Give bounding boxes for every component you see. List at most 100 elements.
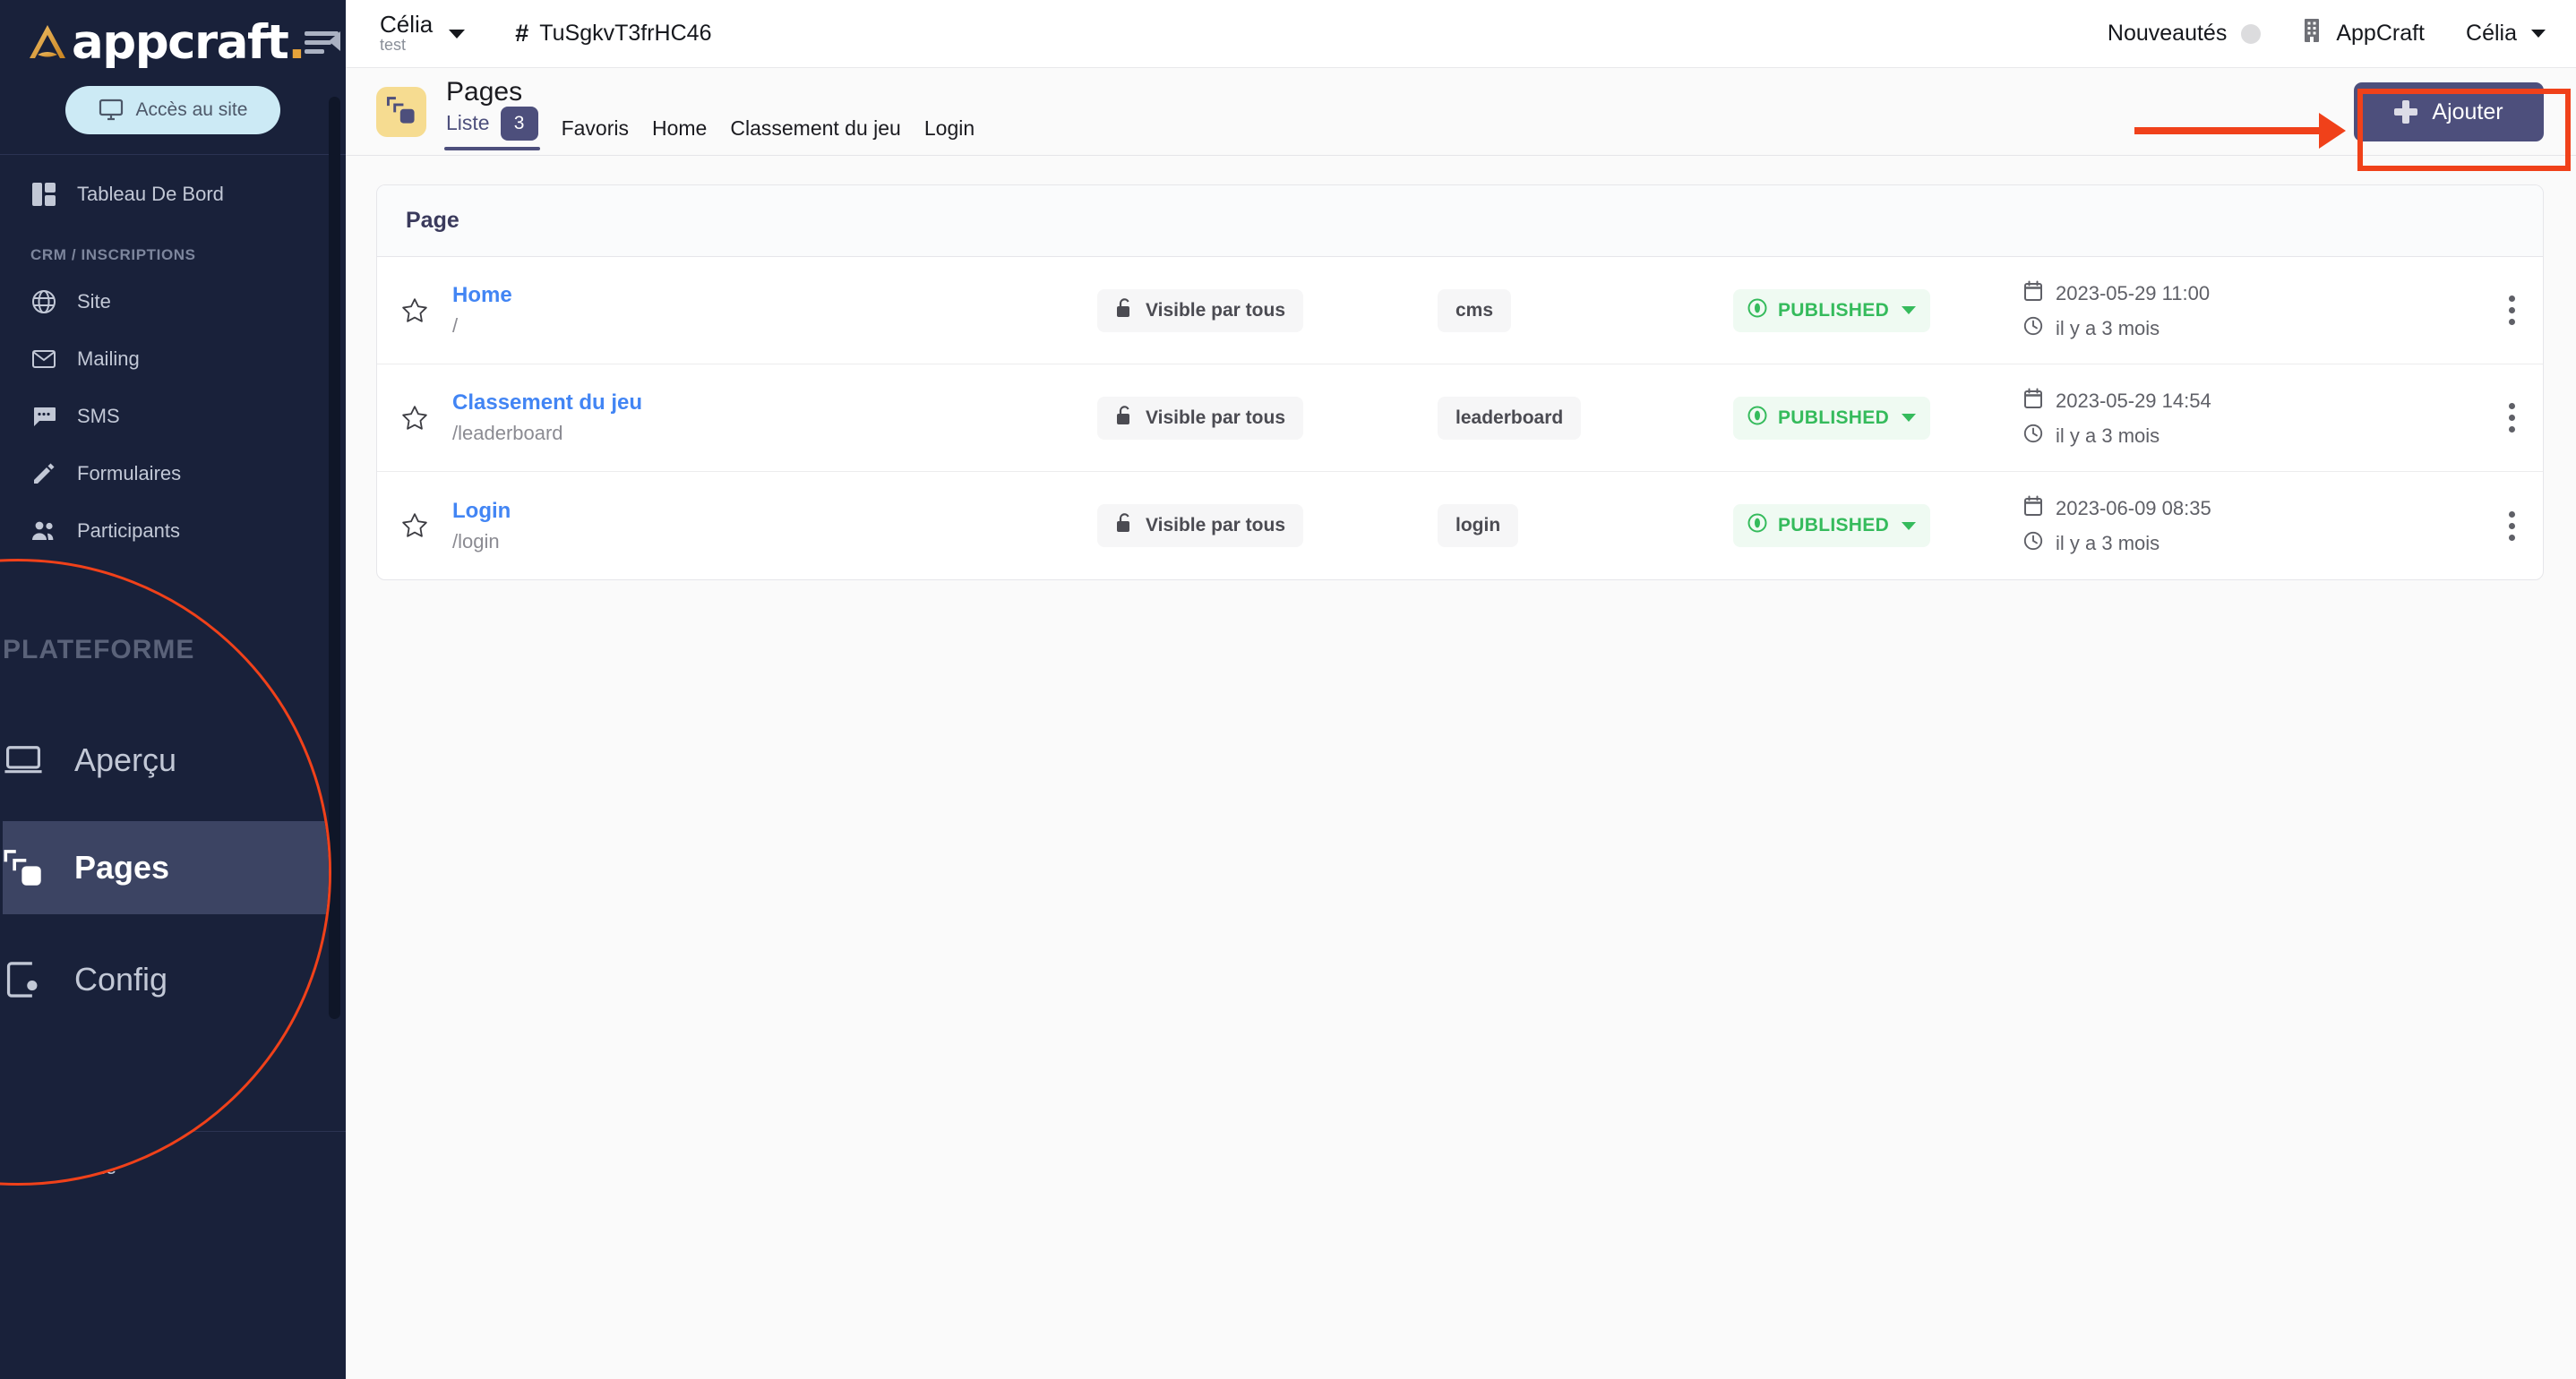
tag-badge: leaderboard: [1438, 397, 1581, 440]
page-name-link[interactable]: Classement du jeu: [452, 390, 642, 415]
sidebar-collapse-button[interactable]: [305, 31, 339, 54]
status-label: PUBLISHED: [1778, 407, 1889, 429]
calendar-icon: [2023, 495, 2043, 522]
status-label: PUBLISHED: [1778, 515, 1889, 536]
tab-classement-du-jeu[interactable]: Classement du jeu: [730, 116, 901, 147]
hash-icon: #: [515, 20, 528, 47]
user-menu[interactable]: Célia: [2466, 21, 2546, 47]
pencil-icon: [30, 460, 57, 487]
globe-icon: [30, 288, 57, 315]
add-button-label: Ajouter: [2432, 99, 2503, 125]
tab-label: Favoris: [562, 116, 629, 140]
lens-item-label: Pages: [74, 849, 169, 886]
sidebar-item-label: Participants: [77, 519, 180, 543]
status-badge[interactable]: PUBLISHED: [1733, 504, 1930, 547]
sidebar-item-sms[interactable]: SMS: [0, 388, 346, 445]
status-badge[interactable]: PUBLISHED: [1733, 397, 1930, 440]
page-name-link[interactable]: Login: [452, 499, 511, 524]
chat-icon: [30, 403, 57, 430]
date-cell: 2023-05-29 14:54 il y a 3 mois: [2002, 388, 2480, 449]
page-icon-tile: [376, 87, 426, 137]
project-id[interactable]: # TuSgkvT3frHC46: [515, 20, 711, 47]
clock-icon: [2023, 316, 2043, 341]
favorite-star-icon[interactable]: [377, 405, 452, 432]
row-menu-button[interactable]: [2480, 296, 2543, 325]
lens-item-label: Config: [74, 961, 167, 998]
visibility-cell: Visible par tous: [1097, 397, 1438, 440]
sidebar-item-label: Tableau De Bord: [77, 183, 224, 206]
annotation-arrow: [2134, 127, 2321, 134]
row-menu-button[interactable]: [2480, 403, 2543, 433]
visibility-label: Visible par tous: [1146, 300, 1285, 321]
unlock-icon: [1115, 297, 1133, 324]
sidebar-item-site[interactable]: Site: [0, 273, 346, 330]
table-row[interactable]: Classement du jeu /leaderboard Visibl: [377, 364, 2543, 472]
project-id-value: TuSgkvT3frHC46: [539, 21, 711, 47]
table-row[interactable]: Login /login Visible par tous: [377, 472, 2543, 579]
lens-item-config[interactable]: Config: [3, 933, 331, 1026]
clock-icon: [2023, 424, 2043, 449]
date-value: 2023-05-29 11:00: [2056, 282, 2210, 305]
eye-icon: [1747, 513, 1767, 538]
tab-liste[interactable]: Liste 3: [446, 107, 538, 147]
lens-content: PLATEFORME Aperçu Pages: [0, 561, 331, 1186]
page-title: Pages: [446, 77, 975, 108]
favorite-star-icon[interactable]: [377, 512, 452, 539]
site-access-label: Accès au site: [136, 99, 248, 121]
eye-icon: [1747, 406, 1767, 431]
tab-favoris[interactable]: Favoris: [562, 116, 629, 147]
table-row[interactable]: Home / Visible par tous: [377, 257, 2543, 364]
tag-cell: cms: [1438, 289, 1733, 332]
tab-login[interactable]: Login: [924, 116, 975, 147]
sidebar-item-label: Site: [77, 290, 111, 313]
visibility-badge: Visible par tous: [1097, 289, 1303, 332]
monitor-icon: [99, 98, 124, 122]
organization-selector[interactable]: AppCraft: [2302, 18, 2425, 49]
calendar-icon: [2023, 280, 2043, 307]
lens-item-apercu[interactable]: Aperçu: [3, 714, 331, 807]
site-access-button[interactable]: Accès au site: [65, 86, 280, 134]
relative-date-value: il y a 3 mois: [2056, 532, 2160, 555]
sidebar-item-label: Formulaires: [77, 462, 181, 485]
favorite-star-icon[interactable]: [377, 297, 452, 324]
news-label: Nouveautés: [2108, 21, 2227, 47]
appcraft-logo-icon: [27, 22, 68, 62]
relative-date-value: il y a 3 mois: [2056, 424, 2160, 448]
visibility-cell: Visible par tous: [1097, 504, 1438, 547]
sidebar-top: appcraft. Accès au site: [0, 0, 346, 134]
project-selector[interactable]: Célia test: [380, 13, 465, 55]
relative-date-line: il y a 3 mois: [2023, 316, 2480, 341]
sidebar-item-formulaires[interactable]: Formulaires: [0, 445, 346, 502]
chevron-down-icon: [1902, 414, 1916, 422]
collapse-arrow-icon: [329, 31, 340, 51]
lens-item-pages[interactable]: Pages: [3, 821, 331, 914]
top-bar: Célia test # TuSgkvT3frHC46 Nouveautés: [346, 0, 2576, 68]
chevron-down-icon: [1902, 522, 1916, 530]
tab-label: Login: [924, 116, 975, 140]
row-menu-button[interactable]: [2480, 511, 2543, 541]
news-button[interactable]: Nouveautés: [2108, 21, 2261, 47]
pages-icon: [3, 847, 44, 888]
date-cell: 2023-06-09 08:35 il y a 3 mois: [2002, 495, 2480, 556]
status-cell: PUBLISHED: [1733, 397, 2002, 440]
sidebar: appcraft. Accès au site: [0, 0, 346, 1379]
created-date-line: 2023-06-09 08:35: [2023, 495, 2480, 522]
sidebar-item-dashboard[interactable]: Tableau De Bord: [0, 166, 346, 223]
clock-icon: [2023, 531, 2043, 556]
status-cell: PUBLISHED: [1733, 289, 2002, 332]
tag-cell: login: [1438, 504, 1733, 547]
created-date-line: 2023-05-29 14:54: [2023, 388, 2480, 415]
tab-home[interactable]: Home: [652, 116, 707, 147]
magnifier-lens-annotation: PLATEFORME Aperçu Pages: [0, 559, 331, 1186]
status-badge[interactable]: PUBLISHED: [1733, 289, 1930, 332]
tab-label: Home: [652, 116, 707, 140]
page-name-link[interactable]: Home: [452, 283, 512, 308]
sidebar-item-label: SMS: [77, 405, 120, 428]
add-page-button[interactable]: Ajouter: [2354, 82, 2544, 141]
tab-count-badge: 3: [501, 107, 538, 141]
chevron-down-icon: [2531, 30, 2546, 38]
sidebar-item-participants[interactable]: Participants: [0, 502, 346, 560]
sidebar-item-mailing[interactable]: Mailing: [0, 330, 346, 388]
dashboard-icon: [30, 181, 57, 208]
page-path: /: [452, 314, 1097, 338]
